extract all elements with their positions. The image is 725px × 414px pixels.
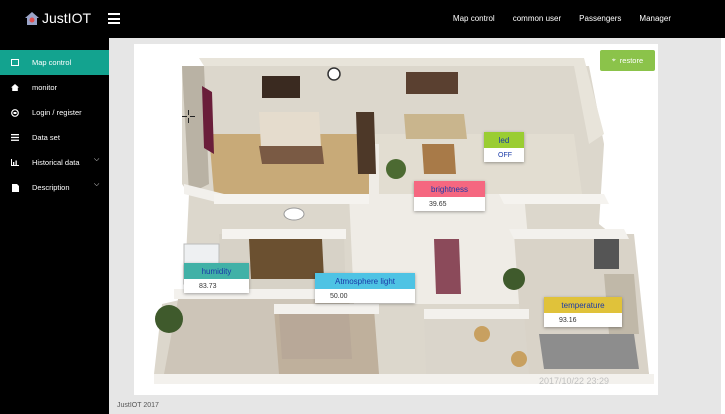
nav-map-control[interactable]: Map control	[453, 14, 495, 23]
sensor-label: brightness	[414, 181, 485, 197]
nav-manager[interactable]: Manager	[639, 14, 671, 23]
sensor-label: led	[484, 132, 524, 148]
nav-common-user[interactable]: common user	[513, 14, 561, 23]
sensor-label: temperature	[544, 297, 622, 313]
sidebar-item-monitor[interactable]: monitor	[0, 75, 109, 100]
logo[interactable]: JustIOT	[25, 10, 91, 26]
login-icon	[11, 108, 19, 117]
sensor-value: OFF	[498, 151, 512, 159]
sensor-value: 83.73	[199, 282, 217, 290]
sidebar-item-label: Description	[32, 183, 70, 192]
scrollbar-track[interactable]	[721, 38, 725, 414]
sidebar-item-label: monitor	[32, 83, 58, 92]
footer-text: JustIOT 2017	[117, 402, 159, 409]
top-header: JustIOT Map control common user Passenge…	[0, 0, 725, 38]
sensor-value: 50.00	[330, 292, 348, 300]
sensor-value: 93.16	[559, 316, 577, 324]
list-icon	[11, 134, 19, 142]
map-timestamp: 2017/10/22 23:29	[539, 376, 610, 386]
sensor-card-led[interactable]: led OFF	[484, 132, 524, 162]
top-nav: Map control common user Passengers Manag…	[453, 14, 671, 23]
crosshair-cursor-icon	[182, 110, 195, 123]
sidebar: Map control monitor Login / register Dat…	[0, 38, 109, 414]
nav-passengers[interactable]: Passengers	[579, 14, 621, 23]
house-icon	[25, 11, 39, 25]
sidebar-item-label: Data set	[32, 133, 60, 142]
logo-text: JustIOT	[42, 10, 92, 26]
sensor-card-brightness[interactable]: brightness 39.65	[414, 181, 485, 211]
sensor-label: Atmosphere light	[315, 273, 415, 289]
sidebar-item-label: Historical data	[32, 158, 80, 167]
document-icon	[11, 183, 19, 192]
sidebar-item-data-set[interactable]: Data set	[0, 125, 109, 150]
sidebar-item-map-control[interactable]: Map control	[0, 50, 109, 75]
sensor-card-temperature[interactable]: temperature 93.16	[544, 297, 622, 327]
restore-button[interactable]: ⌖ restore	[600, 50, 655, 71]
sensor-label: humidity	[184, 263, 249, 279]
home-icon	[11, 84, 19, 92]
restore-label: restore	[619, 56, 644, 65]
sensor-value: 39.65	[429, 200, 447, 208]
sidebar-item-description[interactable]: Description ⌵	[0, 175, 109, 200]
sidebar-item-label: Login / register	[32, 108, 82, 117]
chevron-down-icon: ⌵	[94, 181, 100, 188]
main-content: ⌖ restore led OFF brightness 39.65 humid…	[109, 38, 721, 414]
map-card: ⌖ restore led OFF brightness 39.65 humid…	[134, 44, 658, 395]
sidebar-item-historical-data[interactable]: Historical data ⌵	[0, 150, 109, 175]
sidebar-item-login[interactable]: Login / register	[0, 100, 109, 125]
hamburger-menu-icon[interactable]	[108, 13, 120, 24]
sensor-card-atmosphere-light[interactable]: Atmosphere light 50.00	[315, 273, 415, 303]
map-icon	[11, 59, 19, 67]
sensor-card-humidity[interactable]: humidity 83.73	[184, 263, 249, 293]
chart-icon	[11, 159, 19, 167]
expand-icon: ⌖	[611, 56, 616, 64]
sidebar-item-label: Map control	[32, 58, 72, 67]
floor-plan-image	[154, 58, 654, 384]
chevron-down-icon: ⌵	[94, 156, 100, 163]
